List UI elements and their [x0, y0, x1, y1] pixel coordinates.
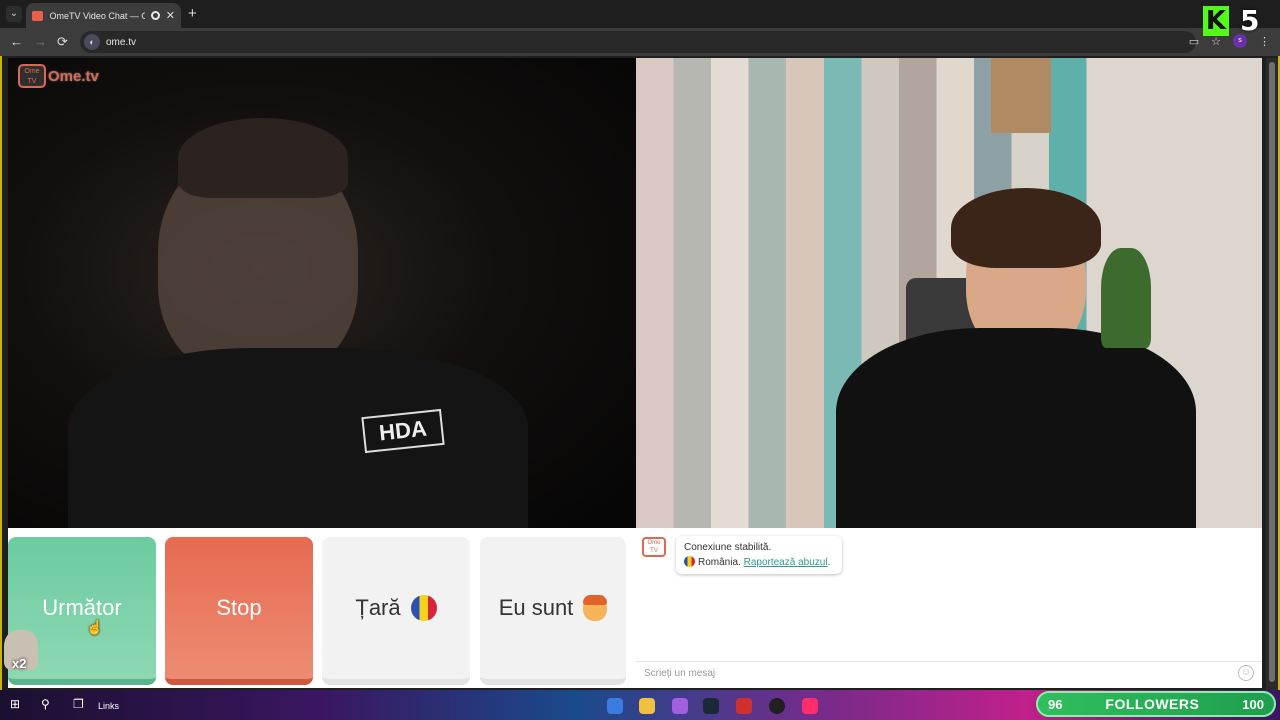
video-editor-app-icon[interactable] [736, 698, 752, 714]
report-suffix: . [827, 557, 831, 568]
taskbar-search-icon[interactable]: ⚲ [41, 697, 50, 711]
self-video [636, 58, 1262, 528]
stranger-hair-shape [178, 118, 348, 198]
gender-select-button[interactable]: Eu sunt [480, 537, 626, 685]
next-button-label: Următor [42, 595, 122, 620]
browser-tab[interactable]: OmeTV Video Chat — Ome ✕ [26, 3, 181, 28]
kick-logo-icon: K [1203, 6, 1229, 36]
gender-button-label: Eu sunt [498, 595, 574, 620]
boy-emoji-icon [583, 595, 608, 621]
followers-goal: 100 [1242, 696, 1264, 712]
hand-cursor-icon: ☝ [86, 619, 104, 635]
message-input[interactable]: Scrieți un mesaj [636, 661, 1262, 687]
scrollbar-thumb[interactable] [1269, 62, 1275, 682]
chrome-app-icon[interactable] [607, 698, 623, 714]
back-button[interactable]: ← [10, 34, 23, 49]
taskbar-links-label[interactable]: Links [98, 701, 119, 711]
browser-menu-icon[interactable]: ⋮ [1259, 35, 1270, 48]
stop-button-label: Stop [216, 595, 262, 620]
followers-label: FOLLOWERS [1105, 696, 1200, 712]
stranger-jacket-shape [68, 348, 528, 528]
kick-viewer-count: 5 [1240, 4, 1260, 37]
connection-status-text: Conexiune stabilită. [684, 542, 772, 553]
poster-shape [991, 58, 1051, 133]
tv-logo-icon: Ome TV [18, 64, 46, 88]
windows-start-icon[interactable]: ⊞ [10, 697, 20, 711]
tab-search-icon[interactable]: ⌄ [6, 6, 22, 22]
task-view-icon[interactable]: ❐ [73, 697, 84, 711]
message-input-placeholder: Scrieți un mesaj [644, 668, 716, 679]
country-name: România. [698, 557, 741, 568]
country-filter-button[interactable]: Țară [322, 537, 470, 685]
emoji-picker-icon[interactable]: ☺ [1238, 665, 1254, 681]
report-abuse-link[interactable]: Raportează abuzul [744, 557, 828, 568]
url-text: ome.tv [106, 36, 137, 48]
followers-goal-bar: 96 FOLLOWERS 100 [1036, 691, 1276, 717]
steam-app-icon[interactable] [703, 698, 719, 714]
tab-strip: ⌄ OmeTV Video Chat — Ome ✕ + [0, 0, 1280, 28]
new-tab-button[interactable]: + [188, 5, 197, 22]
address-bar[interactable]: ◐ ome.tv [80, 31, 1196, 53]
country-line: România. Raportează abuzul. [684, 555, 834, 570]
tab-close-icon[interactable]: ✕ [166, 9, 175, 22]
cast-icon[interactable]: ▭ [1189, 35, 1199, 48]
streamer-shirt-shape [836, 328, 1196, 528]
stranger-video: HDA [8, 58, 636, 528]
logo-text: Ome.tv [48, 67, 99, 85]
christmas-tree-shape [1101, 248, 1151, 348]
streamer-hair-shape [951, 188, 1101, 268]
tiktok-app-icon[interactable] [802, 698, 818, 714]
stop-button[interactable]: Stop [165, 537, 313, 685]
discord-app-icon[interactable] [672, 698, 688, 714]
bookmark-star-icon[interactable]: ☆ [1211, 35, 1221, 48]
country-button-label: Țară [355, 595, 401, 620]
ometv-favicon-icon [32, 10, 44, 21]
forward-button[interactable]: → [34, 34, 47, 49]
obs-app-icon[interactable] [769, 698, 785, 714]
file-explorer-app-icon[interactable] [639, 698, 655, 714]
multiplier-badge: x2 [12, 656, 27, 671]
ometv-chat-avatar-icon: Ome TV [642, 537, 666, 557]
romania-flag-small-icon [684, 556, 695, 567]
system-message: Conexiune stabilită. România. Raportează… [676, 536, 842, 574]
romania-flag-icon [410, 595, 437, 621]
tab-title: OmeTV Video Chat — Ome [49, 10, 146, 21]
browser-toolbar: ← → ⟳ ◐ ome.tv ▭ ☆ s ⋮ [0, 28, 1280, 56]
site-info-icon[interactable]: ◐ [84, 34, 100, 50]
followers-current: 96 [1048, 696, 1063, 712]
ometv-logo[interactable]: Ome TV Ome.tv [18, 64, 99, 88]
recording-indicator-icon [151, 11, 160, 20]
reload-button[interactable]: ⟳ [57, 34, 68, 50]
